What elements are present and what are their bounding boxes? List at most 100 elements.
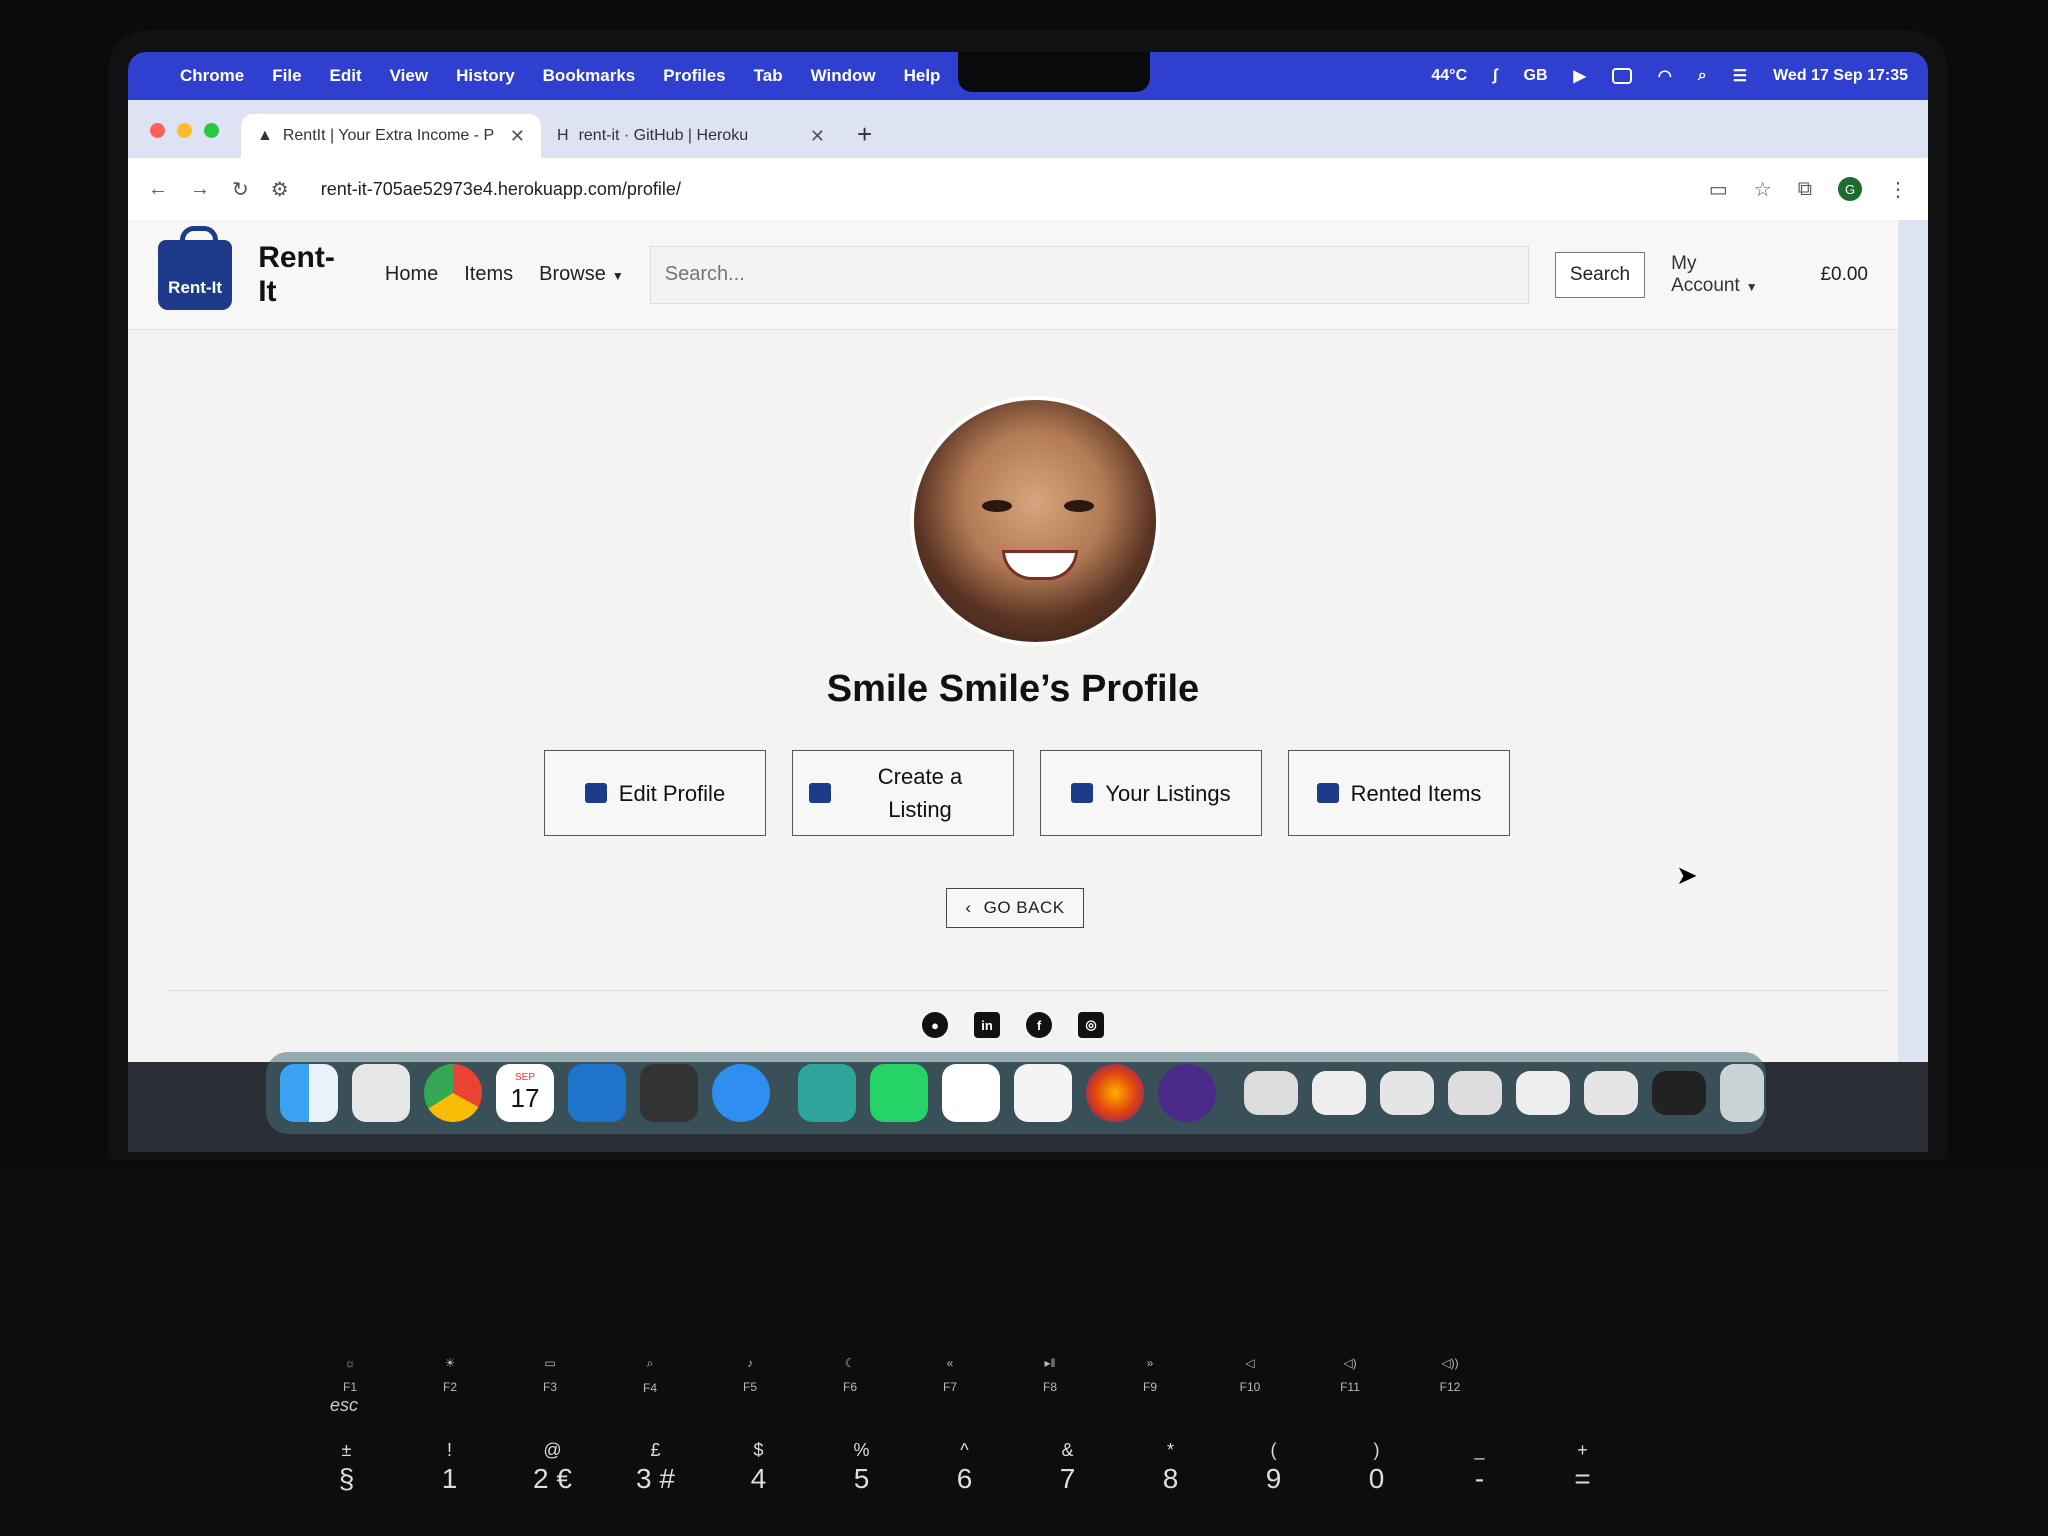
control-center-icon[interactable]: ☰	[1733, 66, 1747, 86]
f3-key[interactable]: ▭ F3	[500, 1340, 600, 1410]
key-6[interactable]: ^ 6	[913, 1440, 1016, 1495]
key-0[interactable]: ) 0	[1325, 1440, 1428, 1495]
key-9[interactable]: (9	[1222, 1440, 1325, 1495]
key-7[interactable]: & 7	[1016, 1440, 1119, 1495]
create-listing-button[interactable]: Create a Listing	[792, 750, 1014, 836]
minimized-window-icon[interactable]	[1516, 1071, 1570, 1115]
key-3[interactable]: £3 #	[604, 1440, 707, 1495]
play-icon[interactable]: ▶	[1574, 66, 1586, 86]
f5-key[interactable]: ♪ F5	[700, 1340, 800, 1410]
linkedin-icon[interactable]: in	[974, 1012, 1000, 1038]
bookmark-star-icon[interactable]: ☆	[1754, 177, 1772, 202]
go-back-button[interactable]: ‹ GO BACK	[946, 888, 1084, 928]
card-icon[interactable]: ▭	[1709, 177, 1728, 202]
menubar-clock[interactable]: Wed 17 Sep 17:35	[1773, 67, 1908, 85]
f12-key[interactable]: ◁)) F12	[1400, 1340, 1500, 1410]
minus-key[interactable]: _ -	[1428, 1440, 1531, 1495]
key-8[interactable]: * 8	[1119, 1440, 1222, 1495]
safari-icon[interactable]	[712, 1064, 770, 1122]
key-1[interactable]: ! 1	[398, 1440, 501, 1495]
vscode-icon[interactable]	[568, 1064, 626, 1122]
f2-key[interactable]: ☀ F2	[400, 1340, 500, 1410]
minimize-window-button[interactable]	[177, 123, 192, 138]
nav-browse-dropdown[interactable]: Browse ▼	[539, 263, 624, 286]
github-icon[interactable]: ●	[922, 1012, 948, 1038]
minimized-window-icon[interactable]	[1652, 1071, 1706, 1115]
key-4[interactable]: $4	[707, 1440, 810, 1495]
equals-key[interactable]: + =	[1531, 1440, 1634, 1495]
f4-key[interactable]: ⌕ F4	[600, 1340, 700, 1410]
f6-key[interactable]: ☾ F6	[800, 1340, 900, 1410]
menu-tab[interactable]: Tab	[754, 66, 783, 86]
firefox-icon[interactable]	[1086, 1064, 1144, 1122]
minimized-window-icon[interactable]	[1312, 1071, 1366, 1115]
menu-file[interactable]: File	[272, 66, 301, 86]
battery-icon[interactable]	[1611, 68, 1632, 84]
address-bar[interactable]: rent-it-705ae52973e4.herokuapp.com/profi…	[321, 179, 681, 200]
nav-home-link[interactable]: Home	[385, 263, 438, 286]
chrome-icon[interactable]	[424, 1064, 482, 1122]
search-button[interactable]: Search	[1554, 251, 1646, 298]
f11-key[interactable]: ◁) F11	[1300, 1340, 1400, 1410]
calculator-icon[interactable]	[640, 1064, 698, 1122]
minimized-window-icon[interactable]	[1380, 1071, 1434, 1115]
launchpad-icon[interactable]	[352, 1064, 410, 1122]
key-2[interactable]: @2 €	[501, 1440, 604, 1495]
f7-key[interactable]: « F7	[900, 1340, 1000, 1410]
site-settings-icon[interactable]: ⚙	[271, 177, 289, 202]
profile-avatar-button[interactable]: G	[1838, 177, 1862, 201]
instagram-icon[interactable]: ◎	[1078, 1012, 1104, 1038]
back-icon[interactable]: ←	[148, 178, 168, 201]
f1-key[interactable]: ☼ F1	[300, 1340, 400, 1410]
keychain-icon[interactable]	[1014, 1064, 1072, 1122]
calendar-icon[interactable]: SEP 17	[496, 1064, 554, 1122]
scrivener-icon[interactable]	[798, 1064, 856, 1122]
menu-edit[interactable]: Edit	[330, 66, 362, 86]
menu-window[interactable]: Window	[811, 66, 876, 86]
rented-items-button[interactable]: Rented Items	[1288, 750, 1510, 836]
extensions-icon[interactable]: ⧉	[1798, 178, 1812, 201]
minimized-window-icon[interactable]	[1584, 1071, 1638, 1115]
section-key[interactable]: ± §	[295, 1440, 398, 1495]
my-account-dropdown[interactable]: My Account ▼	[1671, 253, 1784, 297]
minimized-window-icon[interactable]	[1244, 1071, 1298, 1115]
zoom-window-button[interactable]	[204, 123, 219, 138]
search-input[interactable]	[649, 245, 1529, 304]
menu-view[interactable]: View	[390, 66, 428, 86]
close-tab-icon[interactable]: ✕	[510, 126, 525, 147]
minimized-window-icon[interactable]	[1448, 1071, 1502, 1115]
trash-icon[interactable]	[1720, 1064, 1764, 1122]
f9-key[interactable]: » F9	[1100, 1340, 1200, 1410]
nav-items-link[interactable]: Items	[464, 263, 513, 286]
menu-profiles[interactable]: Profiles	[663, 66, 725, 86]
menu-app-name[interactable]: Chrome	[180, 66, 244, 86]
menu-history[interactable]: History	[456, 66, 515, 86]
edit-profile-button[interactable]: Edit Profile	[544, 750, 766, 836]
brand-name[interactable]: Rent-It	[258, 241, 351, 309]
more-menu-icon[interactable]: ⋮	[1888, 177, 1908, 202]
f10-key[interactable]: ◁ F10	[1200, 1340, 1300, 1410]
cart-total[interactable]: £0.00	[1820, 264, 1868, 286]
wifi-icon[interactable]: ◠	[1658, 66, 1672, 86]
menu-bookmarks[interactable]: Bookmarks	[543, 66, 636, 86]
script-icon[interactable]: ∫	[1493, 67, 1497, 85]
new-tab-button[interactable]: +	[841, 119, 888, 158]
tab-rentit[interactable]: ▲ RentIt | Your Extra Income - P ✕	[241, 114, 541, 158]
finder-icon[interactable]	[280, 1064, 338, 1122]
tor-browser-icon[interactable]	[1158, 1064, 1216, 1122]
rentit-logo[interactable]: Rent-It	[158, 225, 233, 310]
close-window-button[interactable]	[150, 123, 165, 138]
menu-help[interactable]: Help	[904, 66, 941, 86]
spotlight-search-icon[interactable]: ⌕	[1698, 67, 1707, 85]
temperature-readout[interactable]: 44°C	[1431, 67, 1467, 85]
forward-icon[interactable]: →	[190, 178, 210, 201]
your-listings-button[interactable]: Your Listings	[1040, 750, 1262, 836]
tab-heroku[interactable]: H rent-it · GitHub | Heroku ✕	[541, 114, 841, 158]
input-language[interactable]: GB	[1524, 67, 1548, 85]
whatsapp-icon[interactable]	[870, 1064, 928, 1122]
facebook-icon[interactable]: f	[1026, 1012, 1052, 1038]
slack-icon[interactable]	[942, 1064, 1000, 1122]
key-5[interactable]: % 5	[810, 1440, 913, 1495]
close-tab-icon[interactable]: ✕	[810, 126, 825, 147]
reload-icon[interactable]: ↻	[232, 177, 249, 202]
